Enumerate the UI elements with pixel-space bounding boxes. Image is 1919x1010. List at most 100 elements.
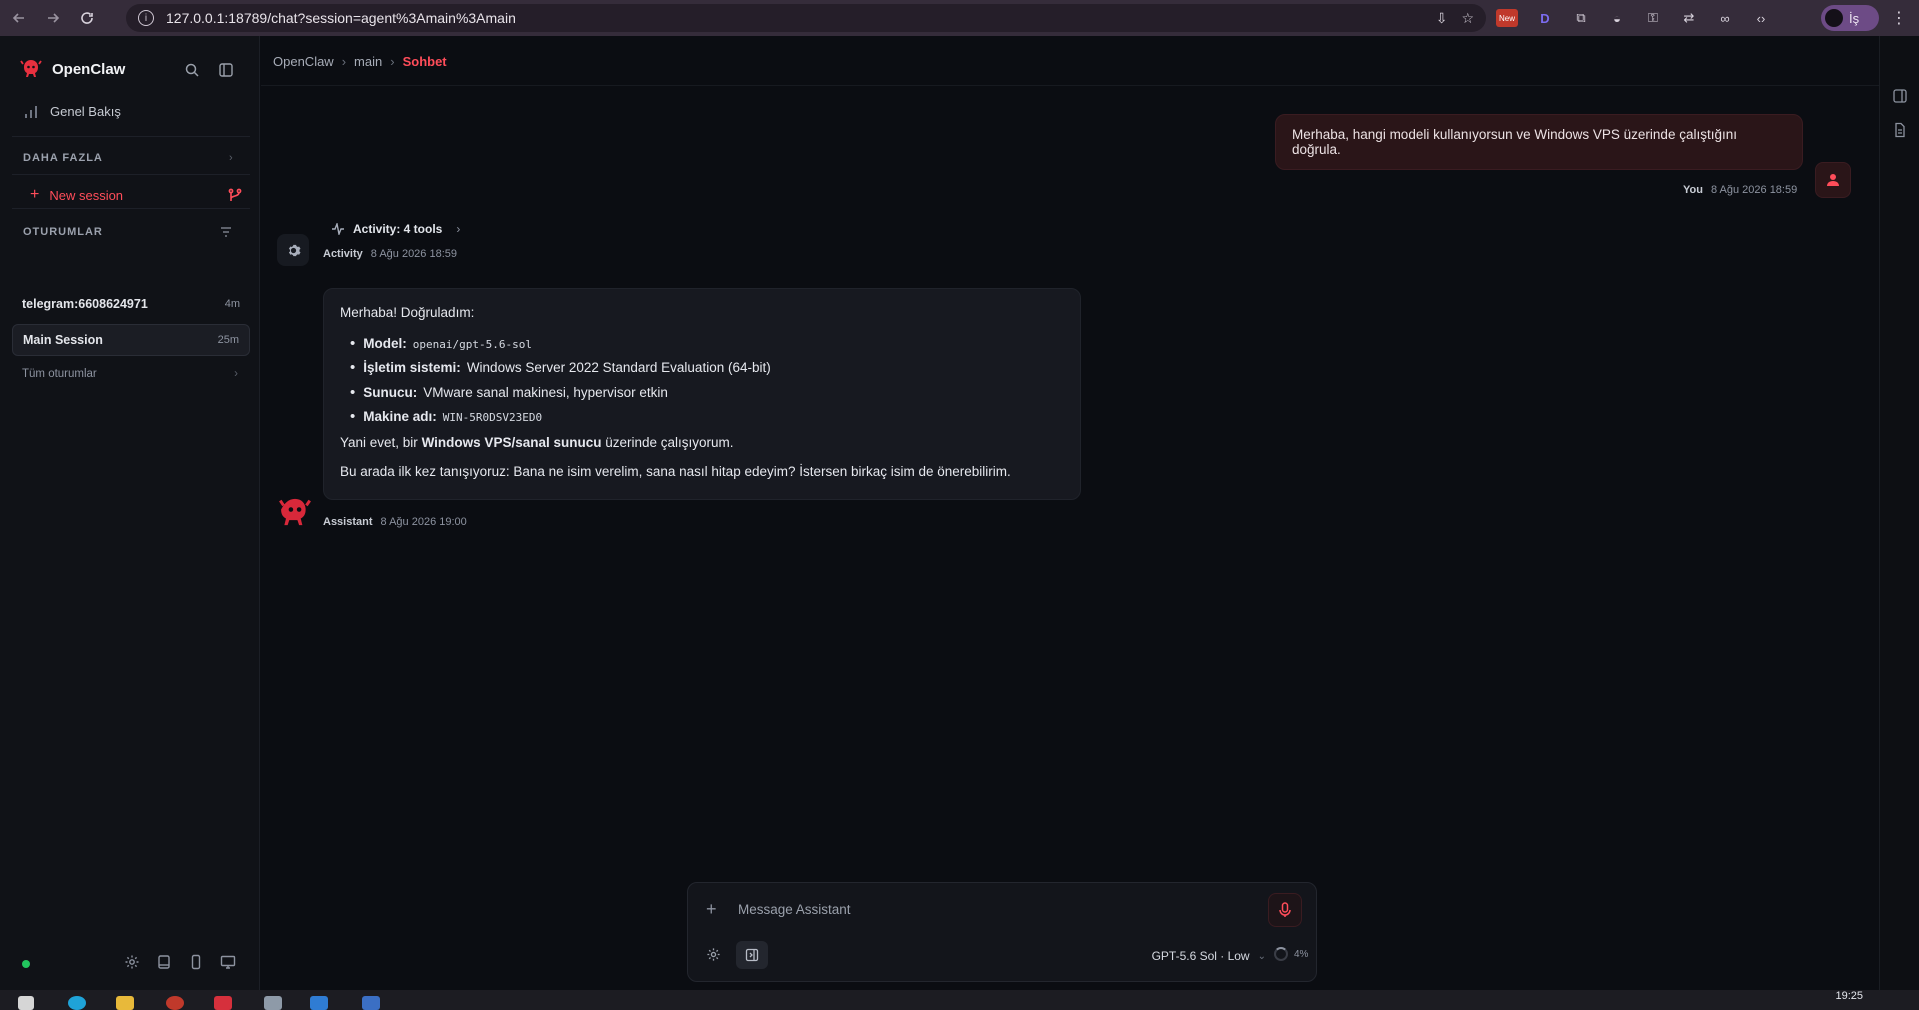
session-name: telegram:6608624971	[22, 297, 148, 311]
chevron-right-icon[interactable]: ›	[229, 152, 233, 164]
brand[interactable]: OpenClaw	[20, 58, 125, 80]
activity-toggle[interactable]: Activity: 4 tools ›	[331, 222, 460, 236]
reload-button[interactable]	[72, 3, 102, 33]
translate-icon[interactable]: ⇄	[1680, 9, 1698, 27]
assistant-closing: Bu arada ilk kez tanışıyoruz: Bana ne is…	[340, 464, 1011, 480]
news-extension-icon[interactable]: New	[1496, 9, 1518, 27]
item-label: İşletim sistemi:	[363, 360, 461, 376]
forward-button[interactable]	[38, 3, 68, 33]
session-item-main[interactable]: Main Session 25m	[12, 324, 250, 356]
browser-menu-icon[interactable]: ⋮	[1891, 8, 1907, 28]
address-bar[interactable]: i 127.0.0.1:18789/chat?session=agent%3Am…	[126, 4, 1486, 32]
all-sessions-label: Tüm oturumlar	[22, 368, 97, 380]
d-extension-icon[interactable]: D	[1536, 9, 1554, 27]
breadcrumb-item-main[interactable]: main	[354, 54, 382, 69]
session-item-telegram[interactable]: telegram:6608624971 4m	[12, 288, 250, 320]
context-ring-icon	[1274, 947, 1288, 961]
document-icon[interactable]	[1892, 122, 1908, 138]
add-attachment-icon[interactable]: +	[706, 899, 717, 920]
all-sessions-link[interactable]: Tüm oturumlar ›	[22, 368, 238, 380]
filter-icon[interactable]	[220, 226, 232, 238]
assistant-greeting: Merhaba! Doğruladım:	[340, 305, 475, 320]
context-usage: 4%	[1274, 947, 1308, 961]
openclaw-logo-icon	[20, 60, 42, 77]
extensions-row: New D ⧉ ◒ ⚿ ⇄ ∞ ‹›	[1496, 0, 1770, 36]
bookmark-star-icon[interactable]: ☆	[1461, 10, 1474, 27]
session-name: Main Session	[23, 333, 103, 347]
desktop-icon[interactable]	[220, 954, 236, 970]
breadcrumb-current: Sohbet	[402, 54, 447, 69]
site-info-icon[interactable]: i	[138, 10, 154, 26]
connection-status-dot	[22, 960, 30, 968]
activity-label: Activity: 4 tools	[353, 222, 443, 236]
message-composer: + GPT-5.6 Sol · Low ⌄ 4%	[687, 882, 1317, 982]
activity-avatar	[277, 234, 309, 266]
search-icon[interactable]	[184, 62, 200, 78]
new-session-button[interactable]: + New session	[30, 186, 242, 204]
phone-icon[interactable]	[188, 954, 204, 970]
app-icon[interactable]	[264, 996, 282, 1010]
session-age: 4m	[224, 298, 240, 310]
sidebar-item-overview[interactable]: Genel Bakış	[24, 104, 121, 119]
activity-time: 8 Ağu 2026 18:59	[370, 248, 457, 260]
folder-icon[interactable]	[116, 996, 134, 1010]
bar-chart-icon	[25, 105, 37, 118]
os-taskbar: 19:25	[0, 990, 1919, 1010]
item-label: Model:	[363, 335, 407, 351]
list-item: Makine adı: WIN-5R0DSV23ED0	[340, 406, 1064, 431]
key-icon[interactable]: ⚿	[1644, 9, 1662, 27]
tablet-icon[interactable]	[156, 954, 172, 970]
breadcrumb: OpenClaw › main › Sohbet	[273, 54, 447, 69]
activity-name: Activity	[323, 248, 363, 260]
incognito-icon[interactable]: ◒	[1608, 9, 1626, 27]
breadcrumb-item-openclaw[interactable]: OpenClaw	[273, 54, 334, 69]
link-icon[interactable]: ∞	[1716, 9, 1734, 27]
app-icon[interactable]	[310, 996, 328, 1010]
url-text: 127.0.0.1:18789/chat?session=agent%3Amai…	[166, 10, 516, 26]
breadcrumb-separator: ›	[341, 54, 347, 69]
edge-icon[interactable]	[68, 996, 86, 1010]
item-value: WIN-5R0DSV23ED0	[442, 411, 543, 425]
voice-input-button[interactable]	[1268, 893, 1302, 927]
assistant-time: 8 Ağu 2026 19:00	[380, 516, 467, 528]
section-more[interactable]: DAHA FAZLA	[23, 152, 103, 164]
sidebar-divider	[12, 208, 250, 209]
settings-icon[interactable]	[124, 954, 140, 970]
session-age: 25m	[217, 334, 239, 346]
chat-main: OpenClaw › main › Sohbet Merhaba, hangi …	[261, 36, 1879, 990]
section-sessions: OTURUMLAR	[23, 226, 103, 238]
app-icon[interactable]	[166, 996, 184, 1010]
list-item: Model: openai/gpt-5.6-sol	[340, 333, 1064, 358]
user-avatar	[1815, 162, 1851, 198]
summary-bold: Windows VPS/sanal sunucu	[421, 434, 602, 450]
arrow-right-icon	[48, 13, 60, 23]
assistant-message-meta: Assistant 8 Ağu 2026 19:00	[323, 516, 467, 528]
toggle-panel-button[interactable]	[736, 941, 768, 969]
profile-button[interactable]: İş	[1821, 5, 1879, 31]
assistant-summary: Yani evet, bir Windows VPS/sanal sunucu …	[340, 433, 1064, 453]
settings-icon[interactable]	[706, 947, 721, 962]
sidebar-tools	[184, 62, 234, 78]
puzzle-extensions-icon[interactable]: ⧉	[1572, 9, 1590, 27]
install-app-icon[interactable]: ⇩	[1436, 10, 1448, 27]
back-button[interactable]	[4, 3, 34, 33]
list-item: Sunucu: VMware sanal makinesi, hypervisor…	[340, 382, 1064, 407]
app-icon[interactable]	[214, 996, 232, 1010]
app-icon[interactable]	[362, 996, 380, 1010]
assistant-message: Merhaba! Doğruladım: Model: openai/gpt-5.…	[323, 288, 1081, 500]
branch-icon[interactable]	[228, 188, 242, 202]
code-icon[interactable]: ‹›	[1752, 9, 1770, 27]
assistant-avatar	[277, 494, 313, 530]
brand-name: OpenClaw	[52, 60, 126, 78]
collapse-sidebar-icon[interactable]	[218, 62, 234, 78]
user-message: Merhaba, hangi modeli kullanıyorsun ve W…	[1275, 114, 1803, 170]
model-selector[interactable]: GPT-5.6 Sol · Low ⌄	[1152, 949, 1266, 963]
side-panel-icon[interactable]	[1892, 88, 1908, 104]
activity-pulse-icon	[332, 223, 344, 235]
context-usage-value: 4%	[1294, 948, 1309, 960]
message-input[interactable]	[738, 897, 1238, 921]
arrow-left-icon	[12, 13, 24, 23]
profile-avatar	[1825, 9, 1843, 27]
microphone-icon	[1279, 902, 1291, 917]
start-icon[interactable]	[18, 996, 34, 1010]
